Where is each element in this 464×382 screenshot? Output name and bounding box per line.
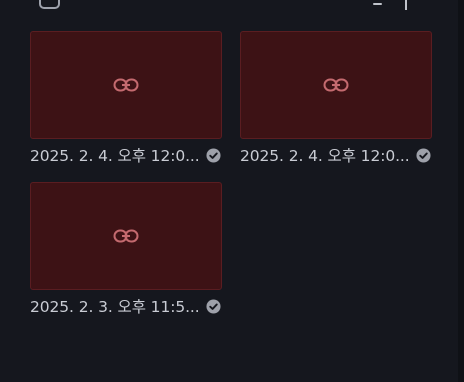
link-thumbnail[interactable] <box>240 31 432 139</box>
check-circle-icon[interactable] <box>206 298 221 314</box>
tile-caption: 2025. 2. 4. 오후 12:0... <box>240 145 432 165</box>
minus-icon[interactable] <box>373 3 382 5</box>
check-circle-icon[interactable] <box>206 147 221 163</box>
link-icon <box>113 78 139 92</box>
tile-caption: 2025. 2. 4. 오후 12:0... <box>30 145 222 165</box>
tile-title: 2025. 2. 3. 오후 11:5... <box>30 298 200 316</box>
select-all-checkbox-icon[interactable] <box>39 0 60 9</box>
scrollbar-track[interactable] <box>458 0 464 382</box>
media-tile[interactable]: 2025. 2. 4. 오후 12:0... <box>30 31 222 165</box>
tile-caption: 2025. 2. 3. 오후 11:5... <box>30 296 222 316</box>
media-grid-panel: 2025. 2. 4. 오후 12:0... 2025. 2. 4. 오후 12… <box>0 0 458 382</box>
link-icon <box>323 78 349 92</box>
link-thumbnail[interactable] <box>30 182 222 290</box>
tile-title: 2025. 2. 4. 오후 12:0... <box>240 147 410 165</box>
sort-arrows-icon[interactable] <box>402 0 430 10</box>
link-icon <box>113 229 139 243</box>
media-tile[interactable]: 2025. 2. 3. 오후 11:5... <box>30 182 222 316</box>
link-thumbnail[interactable] <box>30 31 222 139</box>
grid-toolbar <box>0 0 458 14</box>
media-tile[interactable]: 2025. 2. 4. 오후 12:0... <box>240 31 432 165</box>
tile-title: 2025. 2. 4. 오후 12:0... <box>30 147 200 165</box>
check-circle-icon[interactable] <box>416 147 431 163</box>
